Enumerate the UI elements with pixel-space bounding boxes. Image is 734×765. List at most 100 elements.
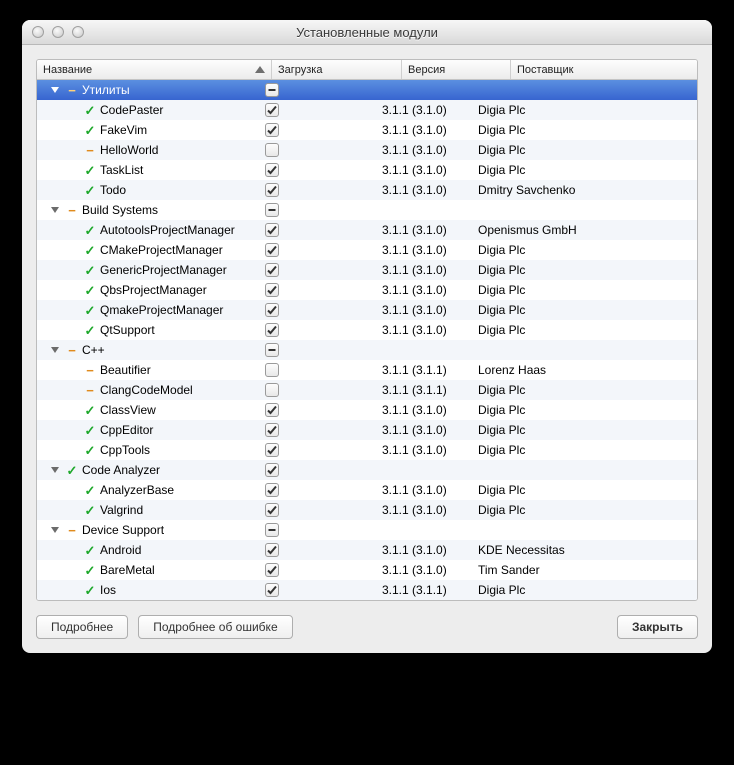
column-header-name[interactable]: Название bbox=[37, 60, 272, 79]
status-ok-icon: ✓ bbox=[84, 564, 96, 577]
module-name-label: BareMetal bbox=[100, 563, 155, 577]
table-row[interactable]: ✓QbsProjectManager3.1.1 (3.1.0)Digia Plc bbox=[37, 280, 697, 300]
disclosure-triangle-icon[interactable] bbox=[51, 207, 59, 213]
cell-load bbox=[259, 563, 376, 577]
cell-load bbox=[259, 223, 376, 237]
table-group-row[interactable]: −Утилиты bbox=[37, 80, 697, 100]
module-name-label: Todo bbox=[100, 183, 126, 197]
load-checkbox[interactable] bbox=[265, 183, 279, 197]
table-row[interactable]: ✓CppEditor3.1.1 (3.1.0)Digia Plc bbox=[37, 420, 697, 440]
cell-version: 3.1.1 (3.1.0) bbox=[376, 503, 472, 517]
table-row[interactable]: ✓Ios3.1.1 (3.1.1)Digia Plc bbox=[37, 580, 697, 600]
status-ok-icon: ✓ bbox=[84, 164, 96, 177]
table-group-row[interactable]: −C++ bbox=[37, 340, 697, 360]
table-row[interactable]: ✓AutotoolsProjectManager3.1.1 (3.1.0)Ope… bbox=[37, 220, 697, 240]
table-row[interactable]: ✓CppTools3.1.1 (3.1.0)Digia Plc bbox=[37, 440, 697, 460]
disclosure-triangle-icon[interactable] bbox=[51, 347, 59, 353]
load-checkbox[interactable] bbox=[265, 443, 279, 457]
load-checkbox[interactable] bbox=[265, 83, 279, 97]
load-checkbox[interactable] bbox=[265, 463, 279, 477]
status-ok-icon: ✓ bbox=[84, 124, 96, 137]
table-row[interactable]: ✓CMakeProjectManager3.1.1 (3.1.0)Digia P… bbox=[37, 240, 697, 260]
cell-name: ✓FakeVim bbox=[37, 123, 259, 137]
close-button[interactable]: Закрыть bbox=[617, 615, 698, 639]
cell-load bbox=[259, 363, 376, 377]
table-row[interactable]: ✓AnalyzerBase3.1.1 (3.1.0)Digia Plc bbox=[37, 480, 697, 500]
load-checkbox[interactable] bbox=[265, 323, 279, 337]
load-checkbox[interactable] bbox=[265, 123, 279, 137]
load-checkbox[interactable] bbox=[265, 423, 279, 437]
table-group-row[interactable]: ✓Code Analyzer bbox=[37, 460, 697, 480]
load-checkbox[interactable] bbox=[265, 483, 279, 497]
load-checkbox[interactable] bbox=[265, 523, 279, 537]
cell-vendor: Digia Plc bbox=[472, 323, 697, 337]
table-row[interactable]: ✓Android3.1.1 (3.1.0)KDE Necessitas bbox=[37, 540, 697, 560]
cell-vendor: Tim Sander bbox=[472, 563, 697, 577]
disclosure-triangle-icon[interactable] bbox=[51, 527, 59, 533]
status-warn-icon: − bbox=[66, 344, 78, 357]
zoom-window-icon[interactable] bbox=[72, 26, 84, 38]
table-row[interactable]: ✓BareMetal3.1.1 (3.1.0)Tim Sander bbox=[37, 560, 697, 580]
load-checkbox[interactable] bbox=[265, 303, 279, 317]
cell-name: ✓AutotoolsProjectManager bbox=[37, 223, 259, 237]
minimize-window-icon[interactable] bbox=[52, 26, 64, 38]
cell-name: ✓QmakeProjectManager bbox=[37, 303, 259, 317]
table-row[interactable]: ✓FakeVim3.1.1 (3.1.0)Digia Plc bbox=[37, 120, 697, 140]
load-checkbox[interactable] bbox=[265, 243, 279, 257]
details-button[interactable]: Подробнее bbox=[36, 615, 128, 639]
table-row[interactable]: −ClangCodeModel3.1.1 (3.1.1)Digia Plc bbox=[37, 380, 697, 400]
table-group-row[interactable]: −Build Systems bbox=[37, 200, 697, 220]
load-checkbox[interactable] bbox=[265, 203, 279, 217]
table-row[interactable]: ✓CodePaster3.1.1 (3.1.0)Digia Plc bbox=[37, 100, 697, 120]
load-checkbox[interactable] bbox=[265, 383, 279, 397]
table-row[interactable]: ✓TaskList3.1.1 (3.1.0)Digia Plc bbox=[37, 160, 697, 180]
disclosure-triangle-icon[interactable] bbox=[51, 87, 59, 93]
load-checkbox[interactable] bbox=[265, 543, 279, 557]
error-details-button[interactable]: Подробнее об ошибке bbox=[138, 615, 292, 639]
load-checkbox[interactable] bbox=[265, 503, 279, 517]
table-row[interactable]: ✓GenericProjectManager3.1.1 (3.1.0)Digia… bbox=[37, 260, 697, 280]
load-checkbox[interactable] bbox=[265, 103, 279, 117]
table-row[interactable]: −Beautifier3.1.1 (3.1.1)Lorenz Haas bbox=[37, 360, 697, 380]
cell-version: 3.1.1 (3.1.0) bbox=[376, 163, 472, 177]
module-name-label: C++ bbox=[82, 343, 105, 357]
cell-load bbox=[259, 83, 376, 97]
modules-table: Название Загрузка Версия Поставщик −Утил… bbox=[36, 59, 698, 601]
load-checkbox[interactable] bbox=[265, 583, 279, 597]
load-checkbox[interactable] bbox=[265, 163, 279, 177]
cell-version: 3.1.1 (3.1.0) bbox=[376, 443, 472, 457]
table-row[interactable]: ✓Todo3.1.1 (3.1.0)Dmitry Savchenko bbox=[37, 180, 697, 200]
load-checkbox[interactable] bbox=[265, 283, 279, 297]
disclosure-triangle-icon[interactable] bbox=[51, 467, 59, 473]
module-name-label: CppEditor bbox=[100, 423, 153, 437]
load-checkbox[interactable] bbox=[265, 343, 279, 357]
cell-vendor: Digia Plc bbox=[472, 383, 697, 397]
load-checkbox[interactable] bbox=[265, 143, 279, 157]
status-ok-icon: ✓ bbox=[84, 404, 96, 417]
load-checkbox[interactable] bbox=[265, 403, 279, 417]
column-header-vendor[interactable]: Поставщик bbox=[511, 60, 697, 79]
cell-name: ✓Valgrind bbox=[37, 503, 259, 517]
table-row[interactable]: −HelloWorld3.1.1 (3.1.0)Digia Plc bbox=[37, 140, 697, 160]
status-ok-icon: ✓ bbox=[84, 584, 96, 597]
table-row[interactable]: ✓Valgrind3.1.1 (3.1.0)Digia Plc bbox=[37, 500, 697, 520]
table-group-row[interactable]: −Device Support bbox=[37, 520, 697, 540]
module-name-label: CppTools bbox=[100, 443, 150, 457]
table-row[interactable]: ✓ClassView3.1.1 (3.1.0)Digia Plc bbox=[37, 400, 697, 420]
module-name-label: Code Analyzer bbox=[82, 463, 160, 477]
load-checkbox[interactable] bbox=[265, 223, 279, 237]
table-row[interactable]: ✓QtSupport3.1.1 (3.1.0)Digia Plc bbox=[37, 320, 697, 340]
load-checkbox[interactable] bbox=[265, 263, 279, 277]
load-checkbox[interactable] bbox=[265, 563, 279, 577]
cell-load bbox=[259, 443, 376, 457]
column-header-load[interactable]: Загрузка bbox=[272, 60, 402, 79]
module-name-label: QbsProjectManager bbox=[100, 283, 207, 297]
cell-load bbox=[259, 483, 376, 497]
column-header-version[interactable]: Версия bbox=[402, 60, 511, 79]
status-ok-icon: ✓ bbox=[84, 244, 96, 257]
table-row[interactable]: ✓QmakeProjectManager3.1.1 (3.1.0)Digia P… bbox=[37, 300, 697, 320]
load-checkbox[interactable] bbox=[265, 363, 279, 377]
cell-vendor: Digia Plc bbox=[472, 483, 697, 497]
close-window-icon[interactable] bbox=[32, 26, 44, 38]
cell-name: ✓Ios bbox=[37, 583, 259, 597]
